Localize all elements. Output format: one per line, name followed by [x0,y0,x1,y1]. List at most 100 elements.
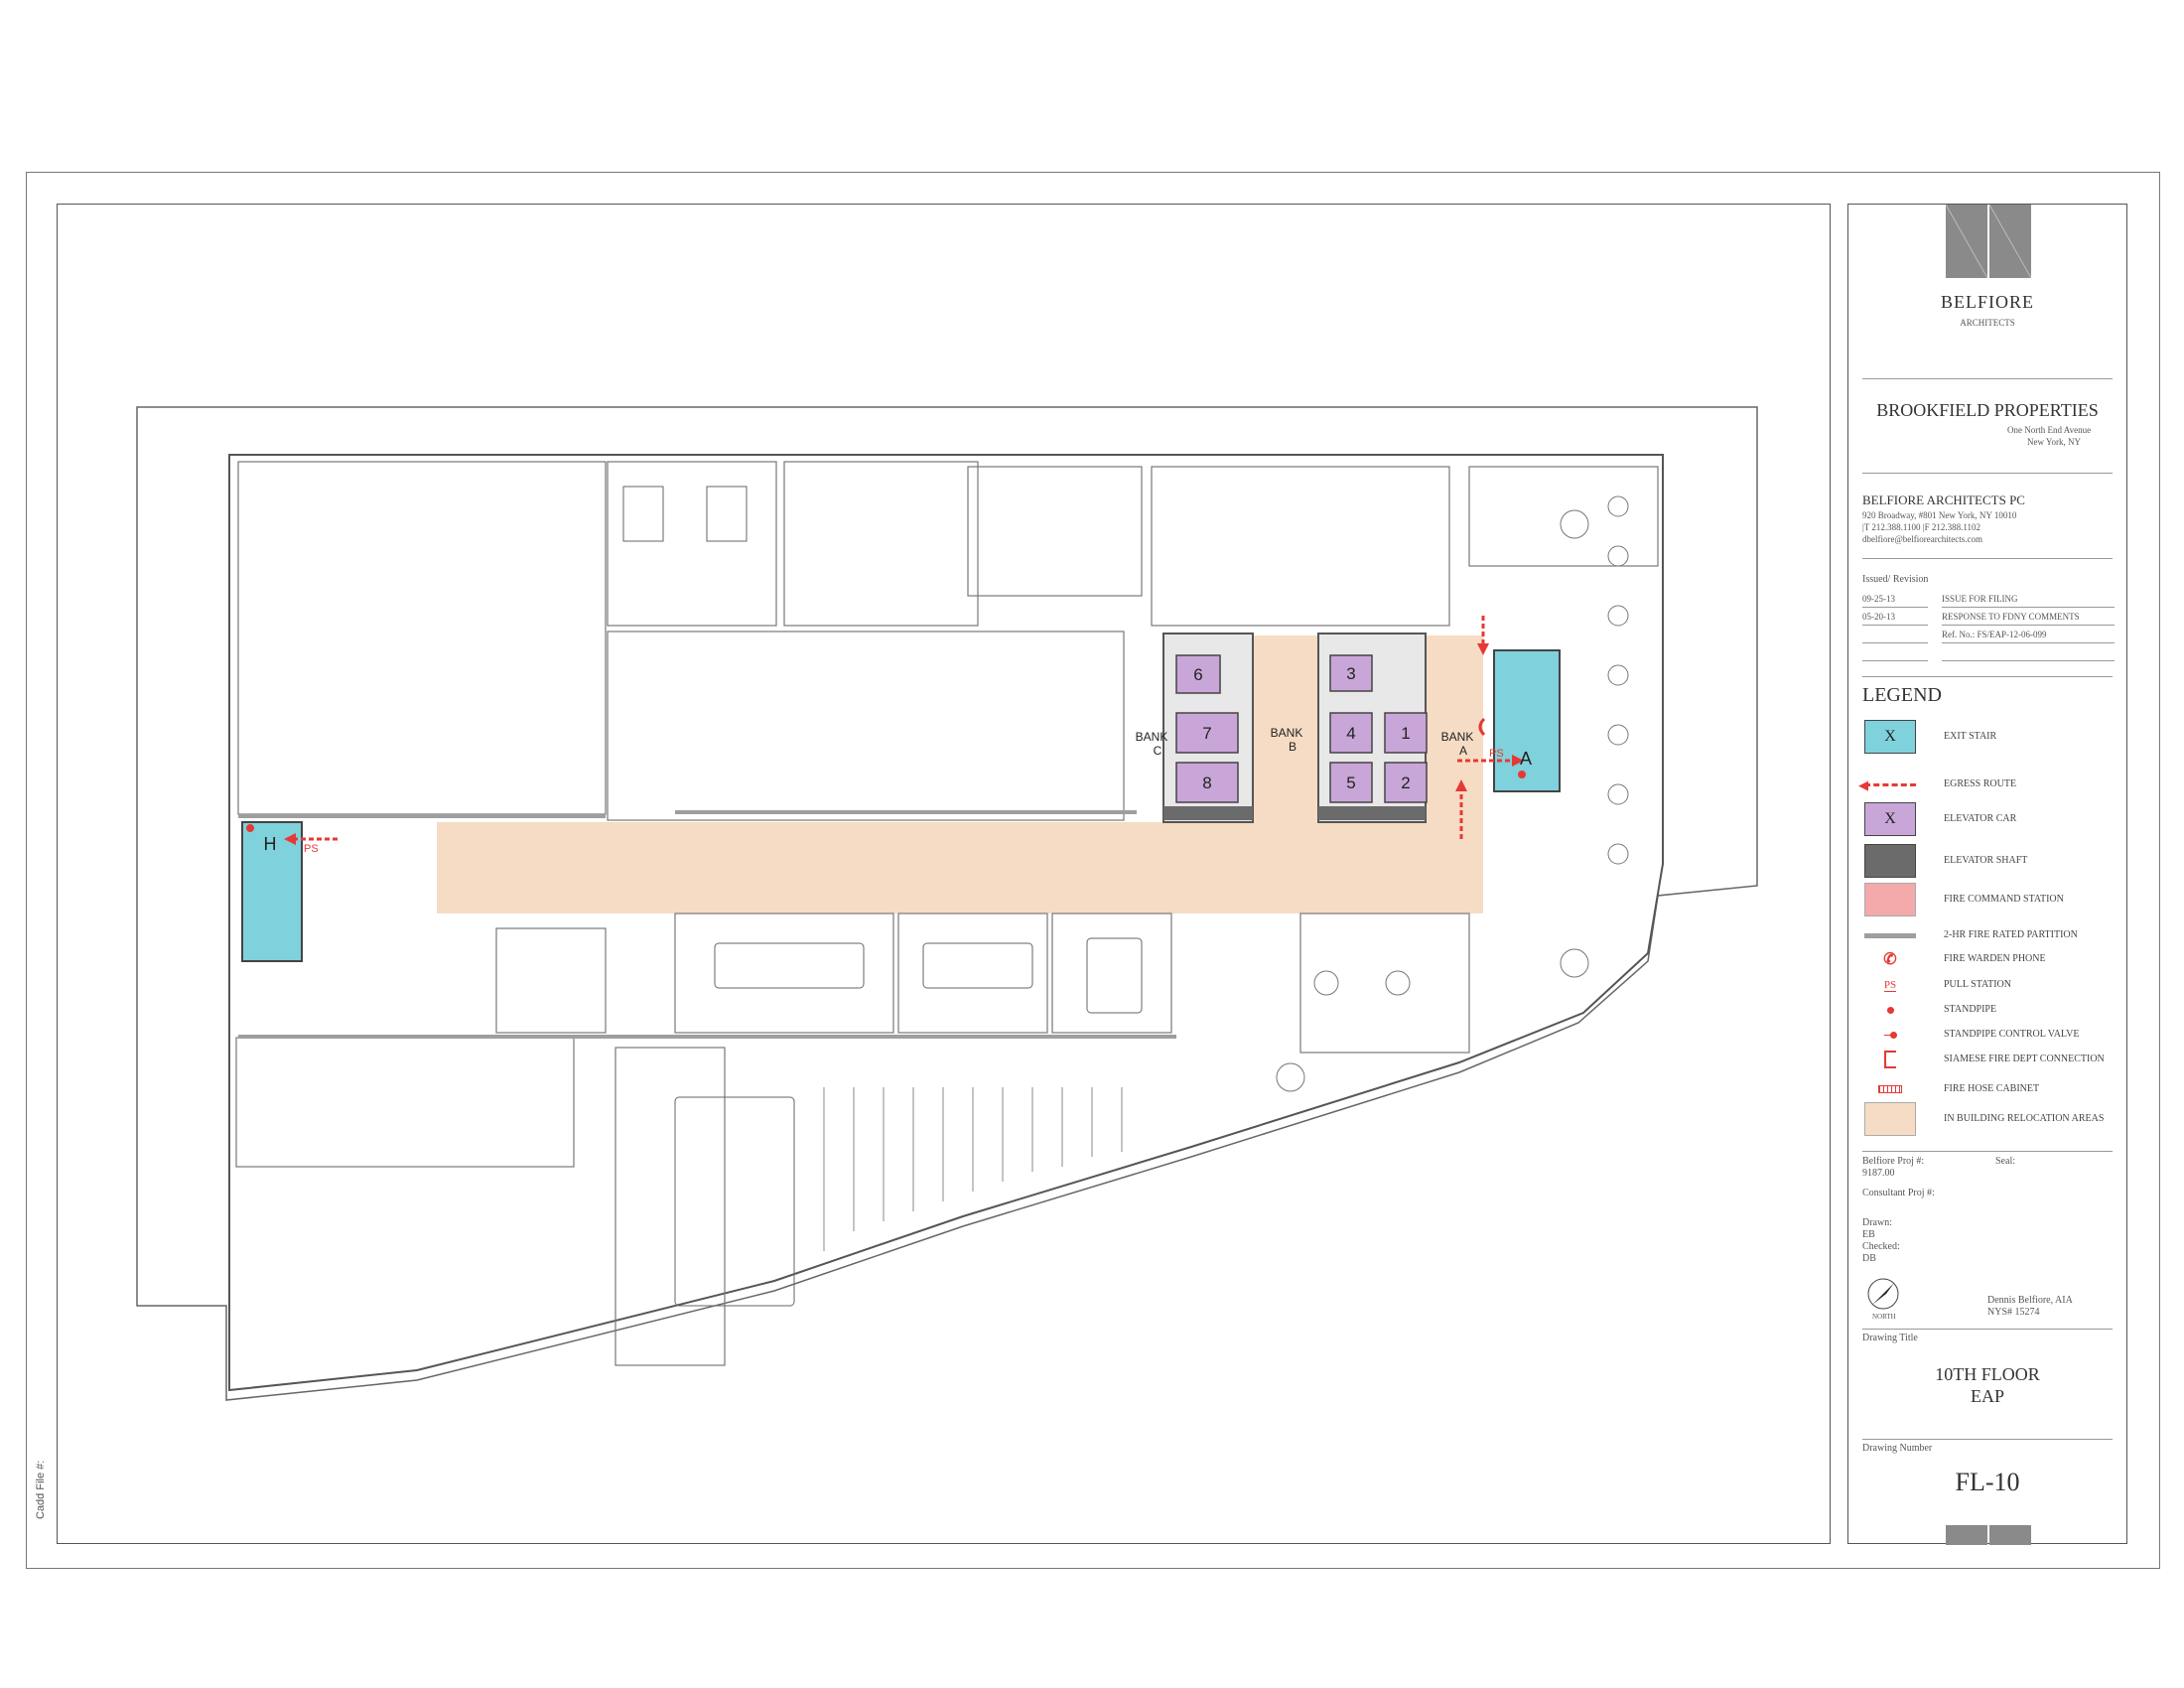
revision-date: 05-20-13 [1862,612,1895,622]
drawn-label: Drawn: [1862,1217,1892,1228]
fire-hose-cabinet-icon [1864,1073,1916,1105]
floor-slab [228,454,1664,1392]
belfiore-proj-value: 9187.00 [1862,1168,1895,1179]
fire-command-station-icon [1864,883,1916,916]
workstation-rows [823,1087,1123,1251]
pull-station-mark: PS [304,843,319,855]
divider [1862,558,2113,559]
divider [1942,660,2115,661]
client-address-2: New York, NY [2027,437,2082,447]
firm-name: BELFIORE [1940,292,2034,312]
divider [1862,378,2113,379]
architect-name: BELFIORE ARCHITECTS PC [1862,492,2025,507]
legend-title: LEGEND [1862,684,1942,706]
legend-item: X EXIT STAIR [1864,720,2113,755]
drawing-title-label: Drawing Title [1862,1333,1918,1343]
divider [1862,642,1928,643]
drawing-title-line2: EAP [1970,1386,2004,1406]
legend-item: ELEVATOR SHAFT [1864,844,2113,879]
legend-item-label: PULL STATION [1944,979,2011,990]
divider [1942,642,2115,643]
legend-item-label: SIAMESE FIRE DEPT CONNECTION [1944,1054,2105,1064]
pull-station-mark: PS [1489,748,1504,760]
seal-label: Seal: [1995,1156,2015,1167]
title-block: BELFIORE ARCHITECTS BROOKFIELD PROPERTIE… [1847,204,2127,1545]
divider [1942,607,2115,608]
legend-item: X ELEVATOR CAR [1864,802,2113,837]
legend-item: SIAMESE FIRE DEPT CONNECTION [1864,1044,2113,1077]
architect-phone: |T 212.388.1100 |F 212.388.1102 [1862,522,1981,532]
legend-item-label: FIRE HOSE CABINET [1944,1083,2040,1094]
elevator-car-number: 1 [1401,724,1410,743]
consultant-proj-label: Consultant Proj #: [1862,1188,1935,1198]
firm-subtitle: ARCHITECTS [1960,318,2015,328]
divider [1862,660,1928,661]
drawing-number: FL-10 [1955,1468,2020,1496]
relocation-area-icon [1864,1102,1916,1136]
bank-label-letter: C [1154,744,1162,758]
stair-label: A [1520,749,1532,769]
checked-label: Checked: [1862,1241,1900,1252]
legend-item-label: ELEVATOR SHAFT [1944,855,2028,866]
belfiore-proj-label: Belfiore Proj #: [1862,1156,1925,1167]
legend-item-label: ELEVATOR CAR [1944,813,2017,824]
reference-number: Ref. No.: FS/EAP-12-06-099 [1942,630,2047,639]
bank-label: BANK [1271,726,1303,740]
bank-label: BANK [1441,730,1474,744]
elevator-car-number: 3 [1346,664,1355,683]
divider [1862,676,2113,677]
signer-name: Dennis Belfiore, AIA [1987,1295,2073,1306]
divider [1942,625,2115,626]
revision-desc: ISSUE FOR FILING [1942,594,2018,604]
bank-label: BANK [1136,730,1168,744]
elevator-car-number: 2 [1401,774,1410,792]
floor-plan: 6 37 4 18 5 2BANKCBANKBBANKA AHPSPS [136,406,1758,1401]
firm-logo-icon [1945,204,2032,279]
elevator-car-number: 6 [1193,665,1202,684]
firm-logo-small-icon [1946,1525,2031,1545]
divider [1862,1151,2113,1152]
legend-item-label: STANDPIPE [1944,1004,1997,1015]
signer-license: NYS# 15274 [1987,1307,2040,1318]
legend-item: ◀ EGRESS ROUTE [1858,769,2113,802]
client-address-1: One North End Avenue [2007,425,2092,435]
drawing-title-line1: 10TH FLOOR [1935,1364,2040,1384]
client-name: BROOKFIELD PROPERTIES [1876,400,2099,420]
divider [1862,625,1928,626]
legend-item: IN BUILDING RELOCATION AREAS [1864,1102,2113,1137]
elevator-car-number: 7 [1202,724,1211,743]
legend-item-label: STANDPIPE CONTROL VALVE [1944,1029,2080,1040]
drawing-number-label: Drawing Number [1862,1443,1933,1454]
checked-value: DB [1862,1253,1876,1264]
revision-desc: RESPONSE TO FDNY COMMENTS [1942,612,2080,622]
elevator-car-number: 5 [1346,774,1355,792]
legend-item-label: EGRESS ROUTE [1944,778,2017,789]
divider [1862,1439,2113,1440]
divider [1862,473,2113,474]
bank-label-letter: B [1289,740,1297,754]
egress-route-icon: ◀ [1858,769,1916,800]
exit-stair-icon: X [1864,720,1916,754]
stair-label: H [264,834,277,854]
architect-email: dbelfiore@belfiorearchitects.com [1862,534,1982,544]
elevator-shaft-icon [1864,844,1916,878]
legend-item: FIRE COMMAND STATION [1864,883,2113,917]
drawn-value: EB [1862,1229,1875,1240]
legend-item-label: FIRE COMMAND STATION [1944,894,2064,905]
architect-address: 920 Broadway, #801 New York, NY 10010 [1862,510,2017,520]
revision-date: 09-25-13 [1862,594,1895,604]
issued-label: Issued/ Revision [1862,574,1929,585]
north-label: NORTH [1872,1313,1896,1321]
divider [1862,607,1928,608]
legend-item-label: FIRE WARDEN PHONE [1944,953,2046,964]
siamese-connection-icon [1864,1044,1916,1075]
legend-item-label: EXIT STAIR [1944,731,1997,742]
legend-item-label: IN BUILDING RELOCATION AREAS [1944,1113,2105,1124]
elevator-car-number: 4 [1346,724,1355,743]
elevator-car-icon: X [1864,802,1916,836]
legend-item-label: 2-HR FIRE RATED PARTITION [1944,929,2078,940]
bank-label-letter: A [1459,744,1467,758]
divider [1862,1329,2113,1330]
elevator-car-number: 8 [1202,774,1211,792]
north-arrow-icon [1866,1277,1900,1311]
